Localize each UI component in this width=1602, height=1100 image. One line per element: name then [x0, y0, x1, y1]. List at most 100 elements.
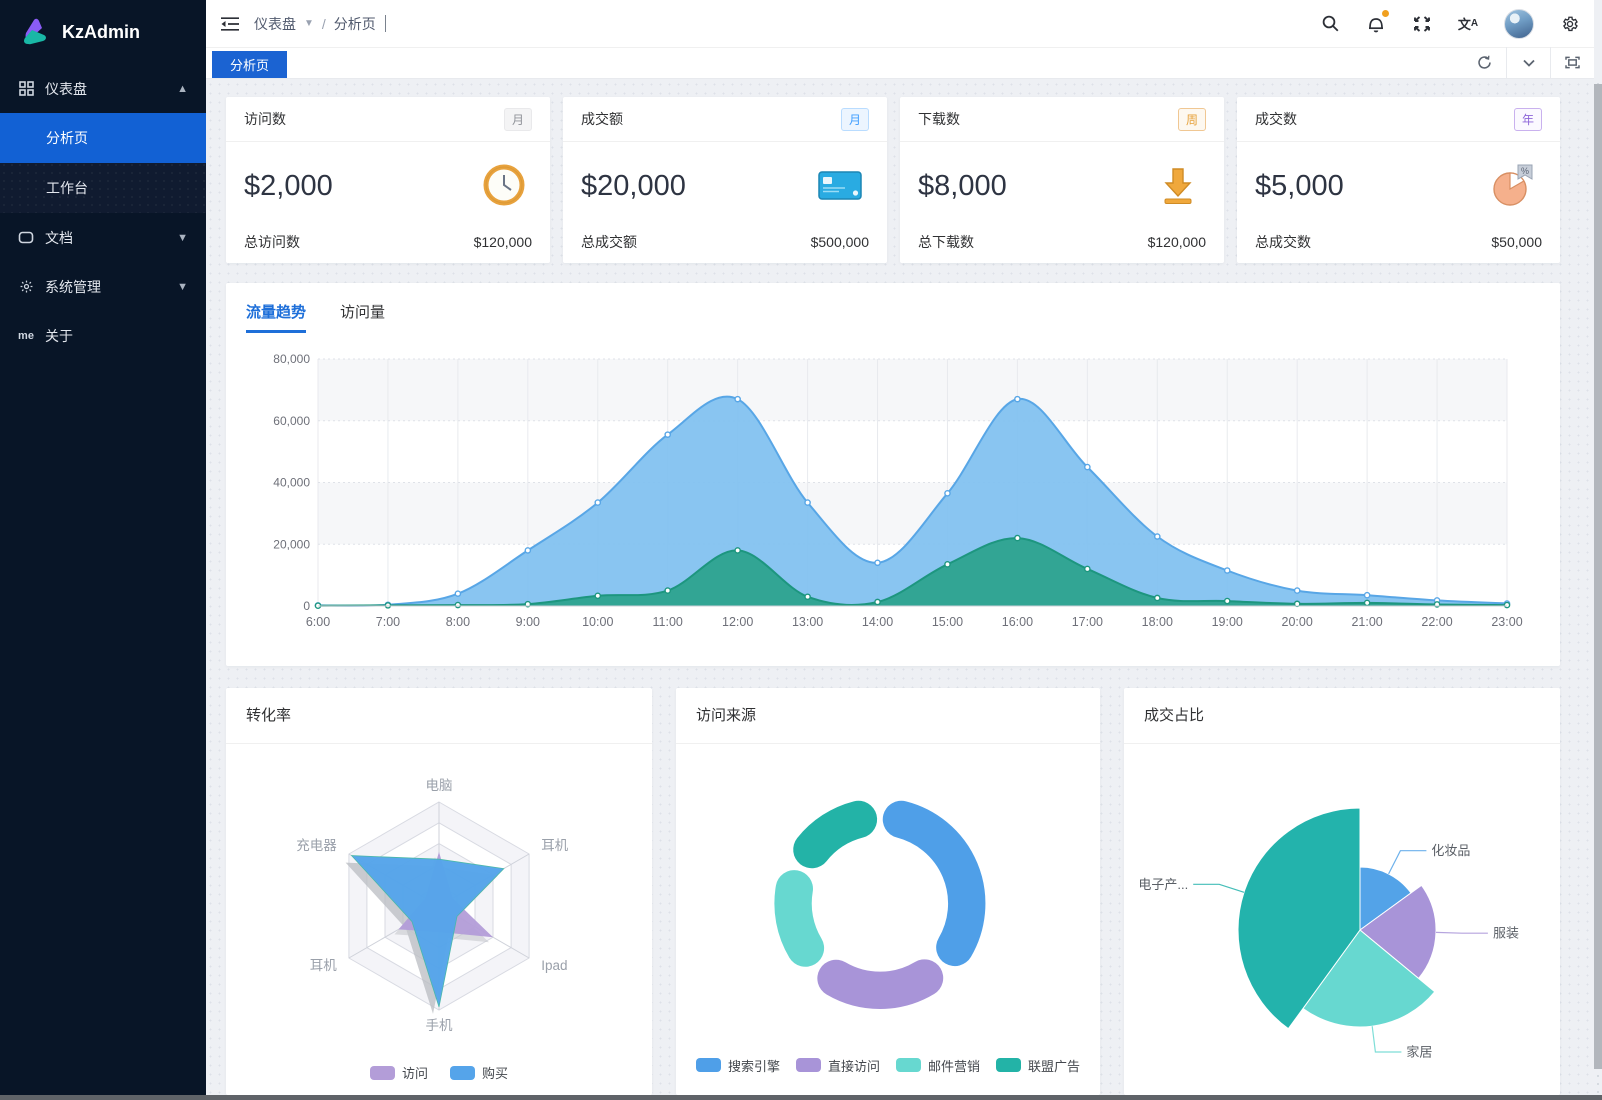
bottom-scrollbar[interactable] [0, 1095, 1602, 1100]
traffic-trend-card: 流量趋势 访问量 020,00040,00060,00080,0006:007:… [226, 283, 1560, 666]
svg-text:18:00: 18:00 [1142, 615, 1173, 629]
breadcrumb-level2[interactable]: 分析页 [334, 14, 376, 34]
period-badge[interactable]: 月 [504, 108, 532, 131]
sidebar: KzAdmin 仪表盘 ▲ 分析页 工作台 文档 ▼ 系统管理 [0, 0, 206, 1100]
svg-text:电子产...: 电子产... [1138, 877, 1188, 892]
deals-rose-pie-chart[interactable]: 化妆品服装家居电子产... [1124, 744, 1560, 1095]
translate-icon[interactable]: 文A [1458, 14, 1478, 34]
legend-label: 邮件营销 [928, 1056, 980, 1075]
header-actions: 文A [1320, 9, 1580, 39]
sidebar-item-workbench[interactable]: 工作台 [0, 163, 206, 213]
app-logo[interactable]: KzAdmin [0, 0, 206, 64]
card-title: 访问来源 [676, 688, 1100, 744]
breadcrumb: 仪表盘 ▼ / 分析页 [254, 14, 386, 34]
svg-text:15:00: 15:00 [932, 615, 963, 629]
sidebar-item-docs[interactable]: 文档 ▼ [0, 213, 206, 262]
maximize-icon[interactable] [1550, 47, 1594, 78]
notifications-bell-icon[interactable] [1366, 14, 1386, 34]
sidebar-item-system[interactable]: 系统管理 ▼ [0, 262, 206, 311]
stat-card-deals: 成交数 年 $5,000 % 总成交数 $50,000 [1237, 97, 1560, 263]
sidebar-item-analysis[interactable]: 分析页 [0, 113, 206, 163]
chevron-up-icon: ▲ [177, 83, 188, 95]
stat-card-visits: 访问数 月 $2,000 总访问数 $120,000 [226, 97, 550, 263]
sidebar-item-about[interactable]: me 关于 [0, 311, 206, 360]
text-caret [385, 15, 386, 32]
legend-item[interactable]: 访问 [370, 1063, 428, 1082]
notification-badge [1382, 10, 1389, 17]
vertical-scrollbar[interactable] [1594, 80, 1602, 1095]
tab-analysis[interactable]: 分析页 [212, 51, 287, 78]
svg-text:20,000: 20,000 [273, 537, 310, 551]
legend-item[interactable]: 邮件营销 [896, 1056, 980, 1075]
period-badge[interactable]: 年 [1514, 108, 1542, 131]
stat-card-title: 成交数 [1255, 109, 1297, 129]
fullscreen-icon[interactable] [1412, 14, 1432, 34]
tab-traffic-trend[interactable]: 流量趋势 [246, 301, 306, 333]
document-icon [18, 230, 34, 246]
refresh-icon[interactable] [1462, 47, 1506, 78]
svg-text:家居: 家居 [1406, 1045, 1432, 1060]
tab-visits[interactable]: 访问量 [340, 301, 385, 333]
sidebar-item-dashboard[interactable]: 仪表盘 ▲ [0, 64, 206, 113]
trend-tabs: 流量趋势 访问量 [226, 283, 1560, 333]
svg-text:16:00: 16:00 [1002, 615, 1033, 629]
collapse-sidebar-icon[interactable] [220, 14, 240, 34]
legend-item[interactable]: 购买 [450, 1063, 508, 1082]
clock-icon [482, 163, 526, 210]
main-area: 仪表盘 ▼ / 分析页 文A [206, 0, 1594, 1100]
stat-card-value: $8,000 [918, 170, 1007, 203]
svg-text:耳机: 耳机 [541, 838, 568, 853]
legend-label: 访问 [402, 1063, 428, 1082]
svg-text:Ipad: Ipad [541, 958, 567, 973]
scrollbar-thumb[interactable] [1594, 84, 1602, 1069]
svg-text:80,000: 80,000 [273, 352, 310, 366]
legend-item[interactable]: 直接访问 [796, 1056, 880, 1075]
stat-footer-value: $500,000 [811, 234, 869, 250]
search-icon[interactable] [1320, 14, 1340, 34]
svg-text:6:00: 6:00 [306, 615, 330, 629]
svg-text:9:00: 9:00 [516, 615, 540, 629]
svg-text:13:00: 13:00 [792, 615, 823, 629]
chevron-down-icon[interactable] [1506, 47, 1550, 78]
period-badge[interactable]: 月 [841, 108, 869, 131]
legend-label: 联盟广告 [1028, 1056, 1080, 1075]
settings-gear-icon[interactable] [1560, 14, 1580, 34]
stat-footer-value: $120,000 [474, 234, 532, 250]
svg-text:20:00: 20:00 [1282, 615, 1313, 629]
stat-footer-value: $50,000 [1491, 234, 1542, 250]
svg-text:充电器: 充电器 [296, 838, 337, 853]
legend-swatch [796, 1058, 821, 1072]
radar-legend: 访问 购买 [226, 1063, 652, 1082]
svg-text:0: 0 [303, 599, 310, 613]
sidebar-item-label: 分析页 [46, 128, 188, 148]
period-badge[interactable]: 周 [1178, 108, 1206, 131]
logo-icon [18, 17, 52, 47]
stat-card-value: $20,000 [581, 170, 686, 203]
legend-item[interactable]: 搜索引擎 [696, 1056, 780, 1075]
app-name: KzAdmin [62, 22, 140, 43]
download-icon [1156, 163, 1200, 210]
svg-text:电脑: 电脑 [426, 778, 453, 793]
svg-text:23:00: 23:00 [1491, 615, 1522, 629]
legend-swatch [996, 1058, 1021, 1072]
legend-label: 直接访问 [828, 1056, 880, 1075]
sidebar-item-label: 仪表盘 [45, 79, 177, 99]
svg-text:手机: 手机 [426, 1018, 453, 1033]
breadcrumb-level1[interactable]: 仪表盘 [254, 14, 296, 34]
svg-text:%: % [1521, 166, 1529, 176]
traffic-area-chart[interactable]: 020,00040,00060,00080,0006:007:008:009:0… [226, 333, 1560, 644]
tab-controls [1462, 47, 1594, 78]
sources-donut-chart[interactable] [676, 744, 1100, 1052]
sidebar-item-label: 关于 [45, 326, 188, 346]
me-icon: me [18, 328, 34, 344]
chevron-down-icon: ▼ [177, 232, 188, 244]
stat-card-value: $2,000 [244, 170, 333, 203]
conversion-radar-chart[interactable]: 电脑耳机Ipad手机耳机充电器 [226, 744, 652, 1059]
stat-card-title: 成交额 [581, 109, 623, 129]
sidebar-item-label: 工作台 [46, 178, 188, 198]
sidebar-item-label: 文档 [45, 228, 177, 248]
stat-footer-label: 总访问数 [244, 232, 300, 252]
chevron-down-icon: ▼ [177, 281, 188, 293]
legend-item[interactable]: 联盟广告 [996, 1056, 1080, 1075]
user-avatar[interactable] [1504, 9, 1534, 39]
